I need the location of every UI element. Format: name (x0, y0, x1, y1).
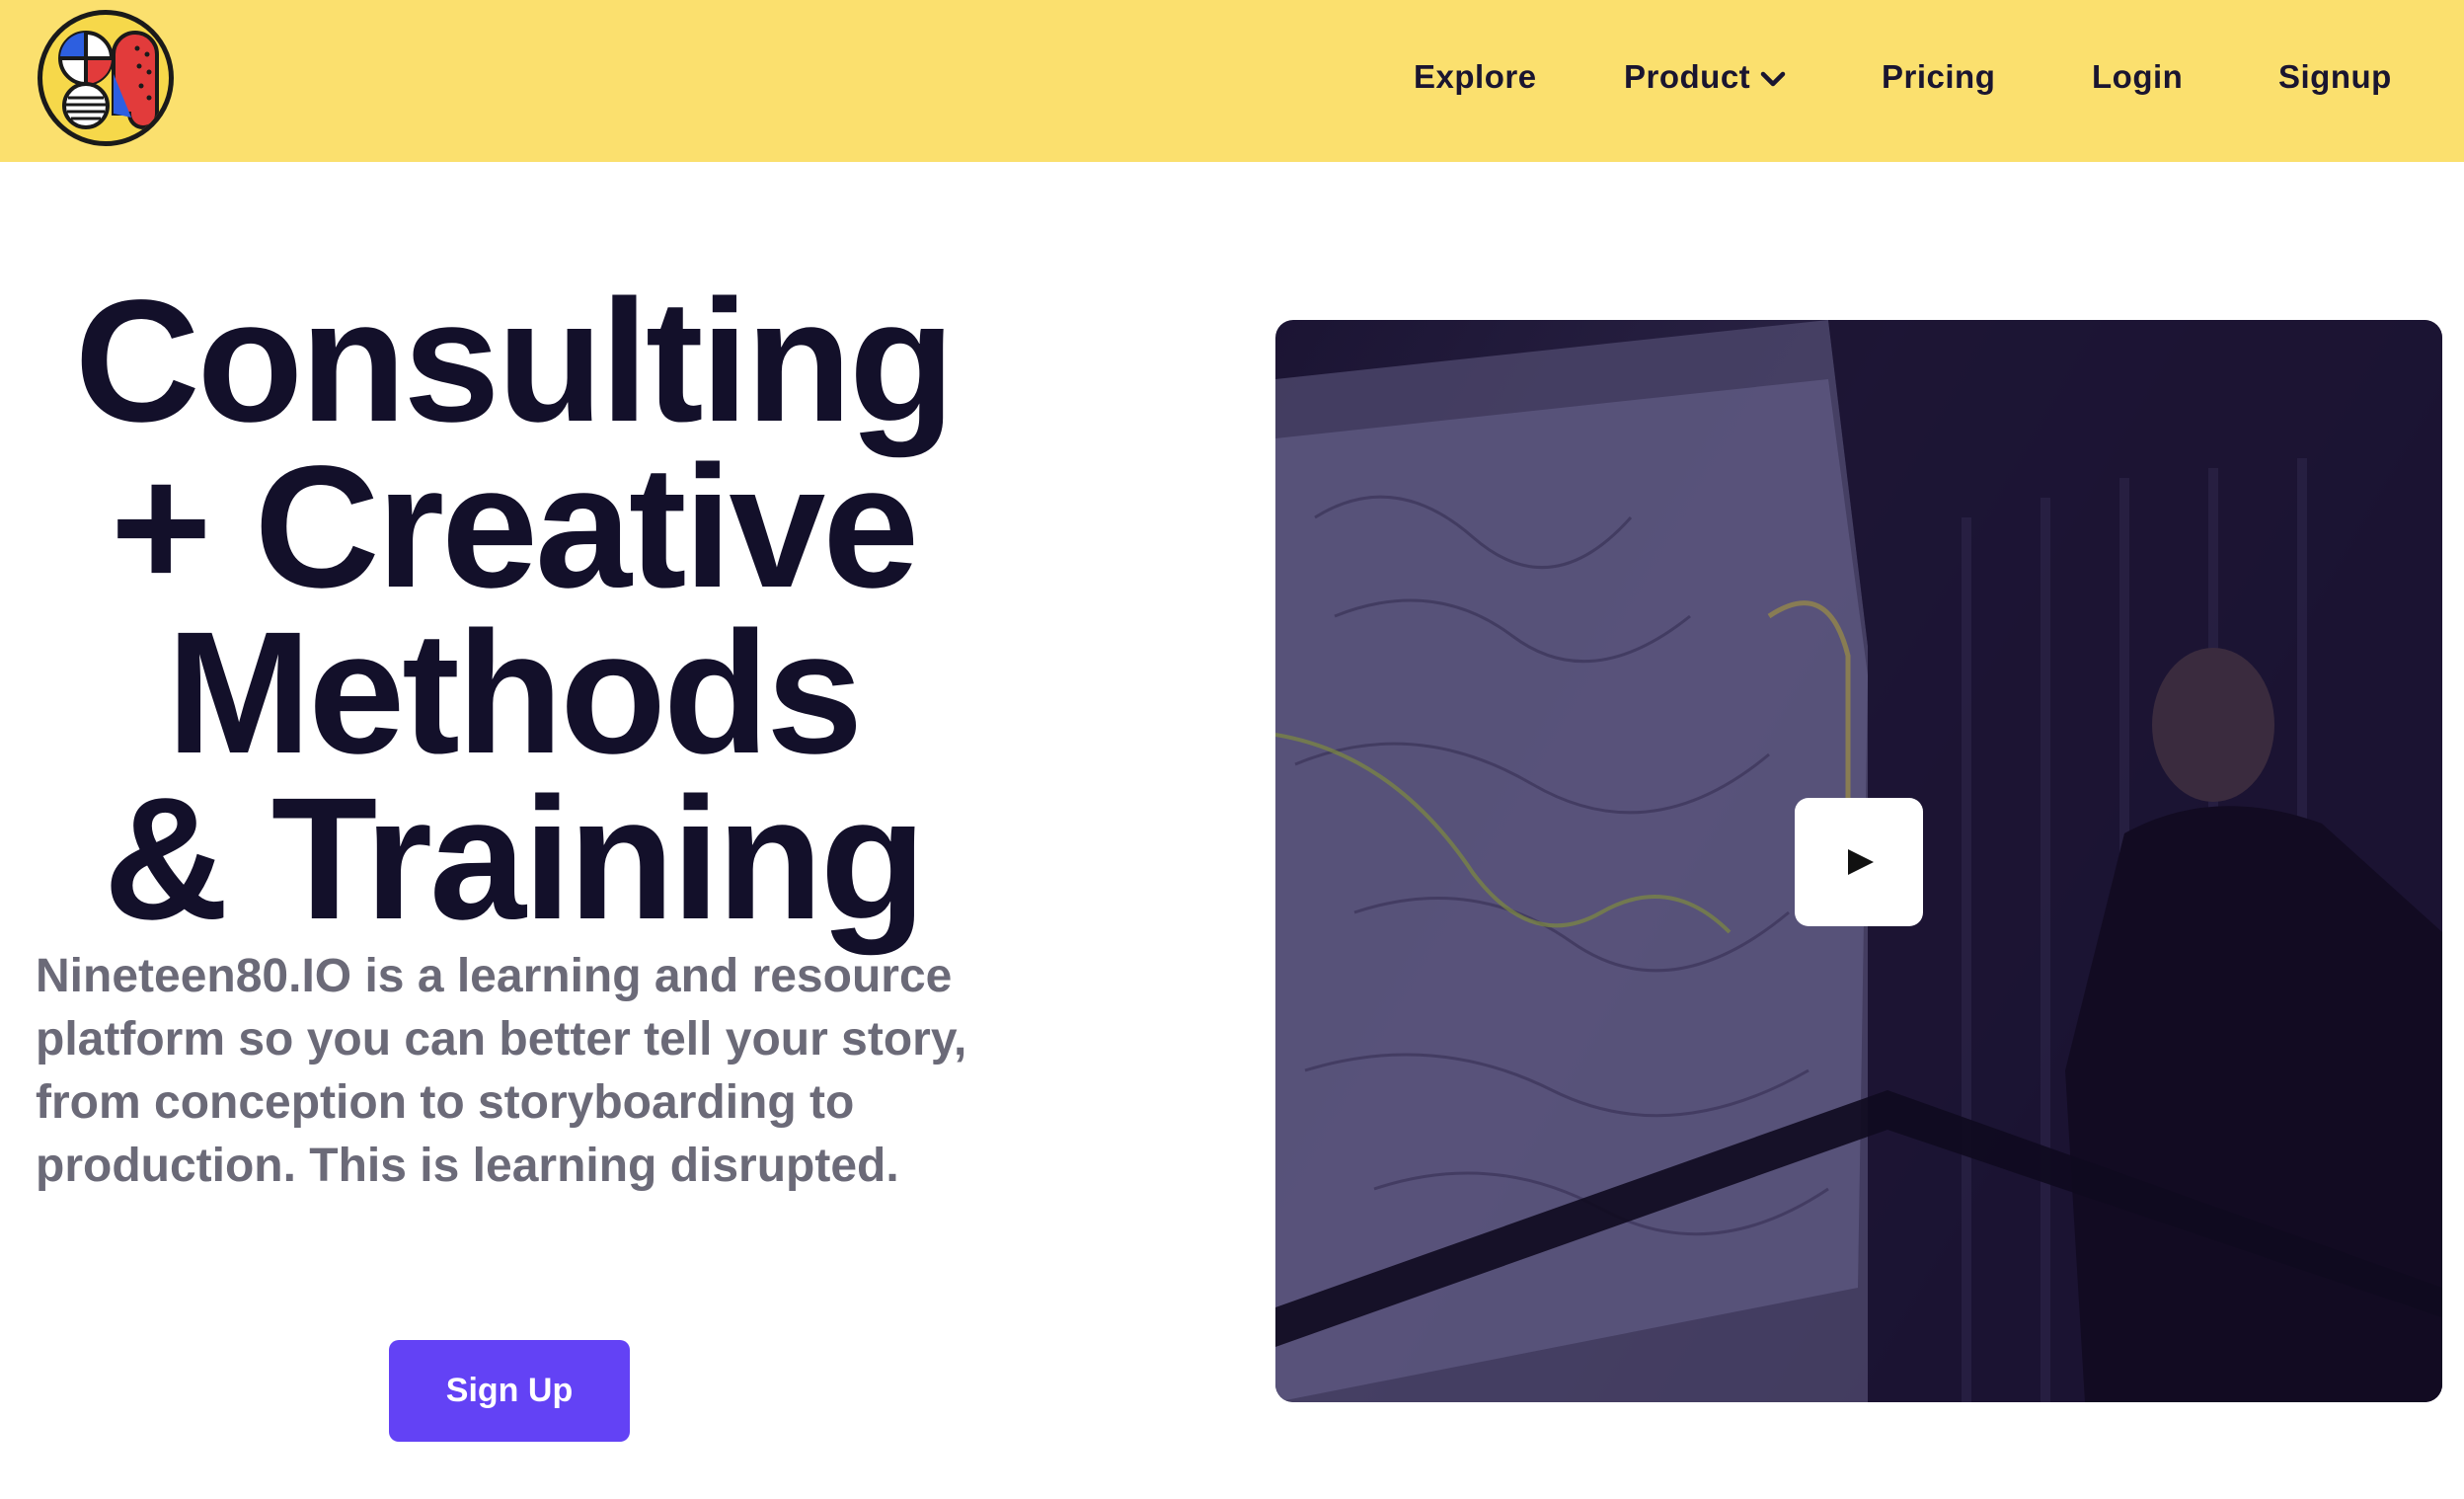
hero-headline: Consulting + Creative Methods & Training (20, 265, 1007, 956)
video-player[interactable] (1275, 320, 2442, 1402)
nav-product-label: Product (1624, 58, 1751, 95)
play-button[interactable] (1795, 798, 1923, 926)
nav-signup-link[interactable]: Signup (2278, 53, 2392, 101)
headline-line: + Creative (110, 431, 919, 624)
headline-line: Consulting (74, 265, 956, 458)
top-navigation-bar: Explore Product Pricing Login Signup (0, 0, 2464, 162)
headline-line: & Training (103, 762, 927, 956)
nav-explore-link[interactable]: Explore (1414, 53, 1537, 101)
headline-line: Methods (166, 596, 864, 790)
chevron-down-icon (1760, 53, 1786, 101)
play-icon (1848, 849, 1874, 875)
site-logo[interactable] (38, 10, 174, 146)
sign-up-button[interactable]: Sign Up (389, 1340, 630, 1442)
nav-pricing-link[interactable]: Pricing (1882, 53, 1995, 101)
nav-login-link[interactable]: Login (2092, 53, 2183, 101)
hero-description: Nineteen80.IO is a learning and resource… (36, 950, 967, 1192)
nav-product-dropdown[interactable]: Product (1624, 53, 1786, 101)
